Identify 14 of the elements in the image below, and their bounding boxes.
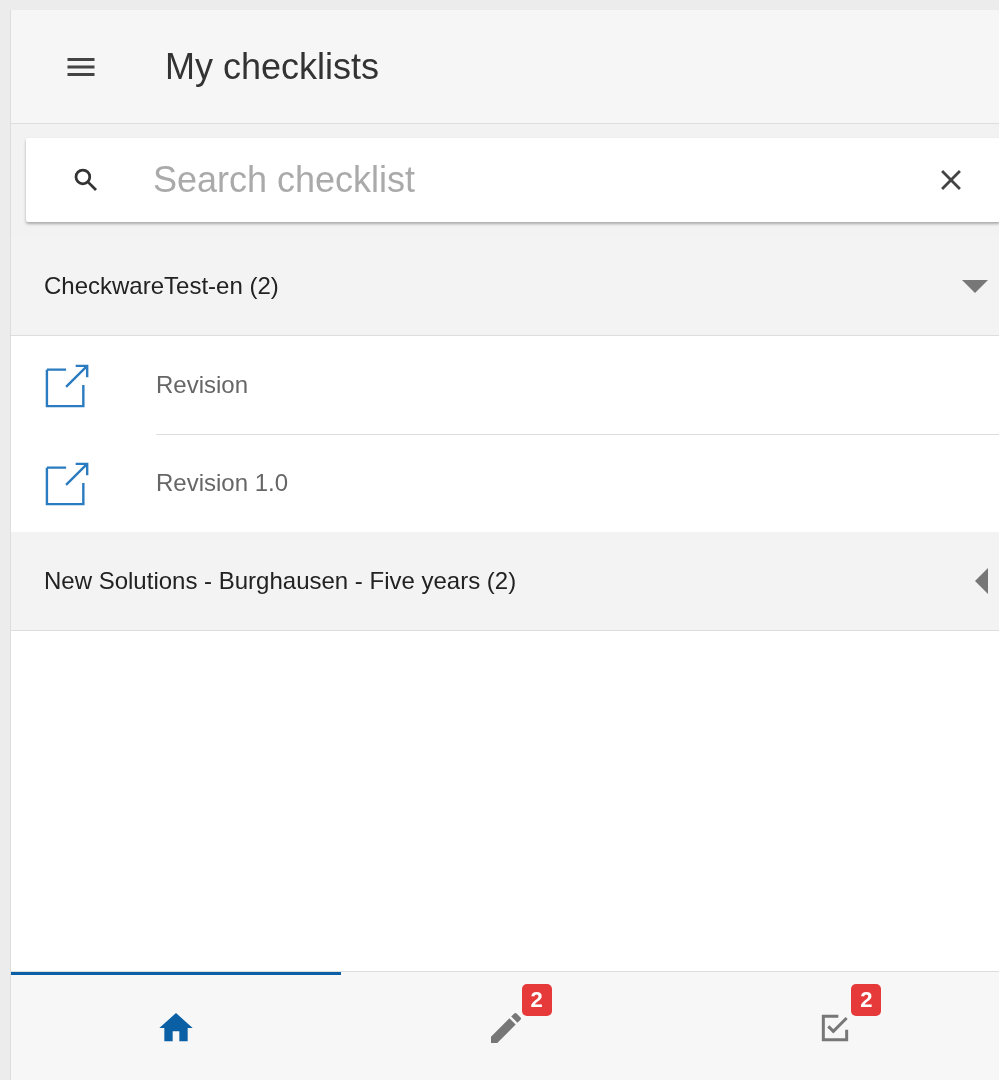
external-link-icon: [45, 460, 91, 506]
count-badge: 2: [851, 983, 882, 1016]
checklist-item[interactable]: Revision 1.0: [156, 468, 289, 497]
nav-tab[interactable]: 2: [340, 972, 671, 1080]
checklist-item[interactable]: Revision: [156, 370, 249, 399]
group-header[interactable]: CheckwareTest-en (2): [11, 237, 999, 336]
count-badge: 2: [521, 983, 552, 1016]
group-header[interactable]: New Solutions - Burghausen - Five years (2): [11, 532, 999, 631]
screen-title: My checklists: [165, 45, 380, 88]
caret-down-icon: [962, 279, 988, 293]
search-field[interactable]: Search checklist: [26, 138, 999, 222]
external-link-icon: [45, 362, 91, 408]
caret-left-icon: [975, 568, 988, 594]
nav-tab[interactable]: 2: [670, 972, 999, 1080]
